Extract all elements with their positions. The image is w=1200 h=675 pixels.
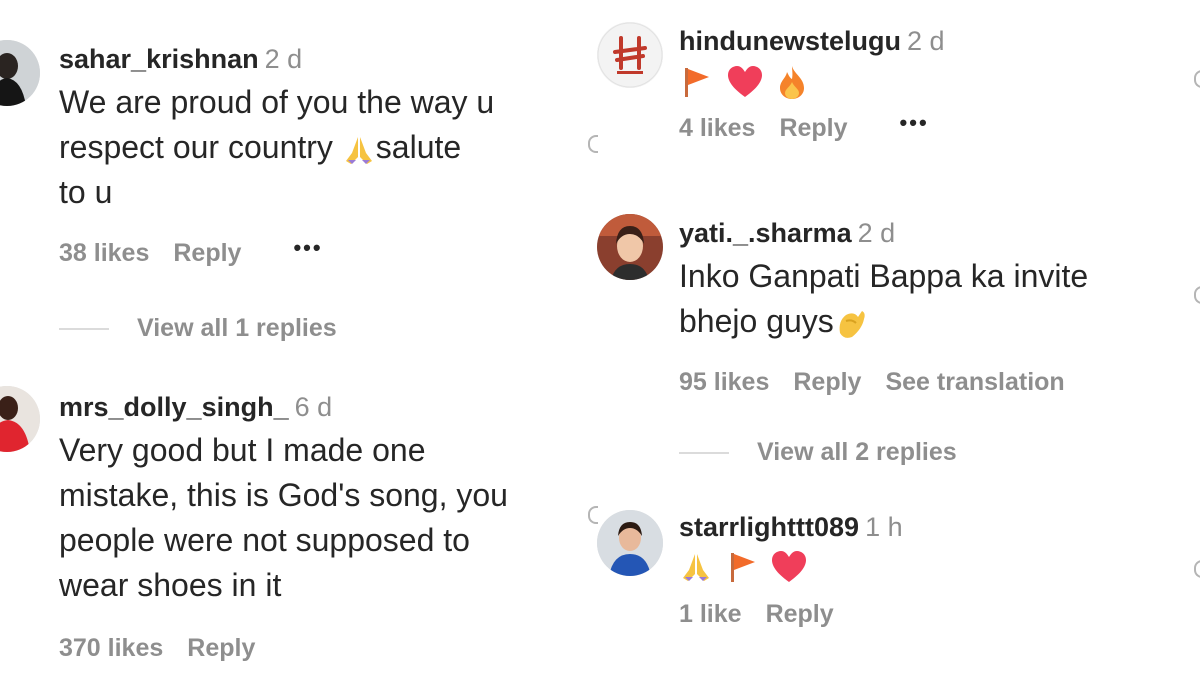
reply-button[interactable]: Reply [766, 600, 834, 629]
more-options-icon[interactable]: ••• [900, 110, 929, 136]
view-replies-button[interactable]: View all 1 replies [59, 314, 337, 343]
view-replies-button[interactable]: View all 2 replies [679, 438, 957, 467]
flag-icon [725, 550, 759, 584]
username[interactable]: sahar_krishnan [59, 44, 259, 74]
comment-text: Very good but I made one mistake, this i… [59, 428, 508, 608]
fire-icon [777, 64, 807, 100]
comment-text: We are proud of you the way u respect ou… [59, 80, 494, 215]
comment-text-line: people were not supposed to [59, 522, 470, 558]
reply-button[interactable]: Reply [793, 368, 861, 397]
scroll-edge-icon [1194, 70, 1200, 88]
comment-text-fragment: salute [375, 129, 462, 165]
timestamp[interactable]: 1 h [865, 512, 903, 542]
scroll-edge-icon [1194, 560, 1200, 578]
divider-line [679, 451, 729, 454]
timestamp[interactable]: 6 d [295, 392, 333, 422]
avatar[interactable] [0, 386, 40, 452]
comment-text-fragment: respect our country [59, 129, 342, 165]
reply-button[interactable]: Reply [173, 239, 241, 268]
reply-button[interactable]: Reply [187, 634, 255, 663]
folded-hands-icon [679, 550, 713, 584]
comment-text-fragment: bhejo guys [679, 303, 834, 339]
likes-count[interactable]: 370 likes [59, 634, 163, 663]
avatar[interactable] [597, 214, 663, 280]
pinched-fingers-icon [834, 307, 868, 341]
username[interactable]: hindunewstelugu [679, 26, 901, 56]
username[interactable]: starrlighttt089 [679, 512, 859, 542]
comment-text-line: wear shoes in it [59, 567, 282, 603]
username[interactable]: yati._.sharma [679, 218, 852, 248]
likes-count[interactable]: 38 likes [59, 239, 149, 268]
avatar[interactable] [0, 40, 40, 106]
scroll-edge-icon [588, 506, 598, 524]
reply-button[interactable]: Reply [779, 114, 847, 143]
view-replies-label[interactable]: View all 2 replies [757, 438, 957, 467]
comment-text [679, 64, 945, 100]
likes-count[interactable]: 1 like [679, 600, 742, 629]
comment-text: Inko Ganpati Bappa ka invite bhejo guys [679, 254, 1088, 344]
comment-text-line: bhejo guys [679, 299, 1088, 344]
view-replies-label[interactable]: View all 1 replies [137, 314, 337, 343]
see-translation-button[interactable]: See translation [885, 368, 1064, 397]
heart-icon [771, 550, 807, 584]
timestamp[interactable]: 2 d [858, 218, 896, 248]
username[interactable]: mrs_dolly_singh_ [59, 392, 289, 422]
scroll-edge-icon [588, 135, 598, 153]
likes-count[interactable]: 95 likes [679, 368, 769, 397]
avatar[interactable] [597, 510, 663, 576]
heart-icon [727, 65, 763, 99]
flag-icon [679, 65, 713, 99]
comment-text-line: Inko Ganpati Bappa ka invite [679, 258, 1089, 294]
comment-text-line: to u [59, 174, 113, 210]
scroll-edge-icon [1194, 286, 1200, 304]
comment-text-line: Very good but I made one [59, 432, 426, 468]
comment-text-line: respect our country salute [59, 125, 494, 170]
divider-line [59, 327, 109, 330]
folded-hands-icon [342, 133, 376, 167]
comment-text-line: mistake, this is God's song, you [59, 477, 508, 513]
timestamp[interactable]: 2 d [265, 44, 303, 74]
comment-text-line: We are proud of you the way u [59, 84, 495, 120]
avatar[interactable] [597, 22, 663, 88]
timestamp[interactable]: 2 d [907, 26, 945, 56]
comment-text [679, 550, 903, 584]
likes-count[interactable]: 4 likes [679, 114, 755, 143]
more-options-icon[interactable]: ••• [293, 235, 322, 261]
